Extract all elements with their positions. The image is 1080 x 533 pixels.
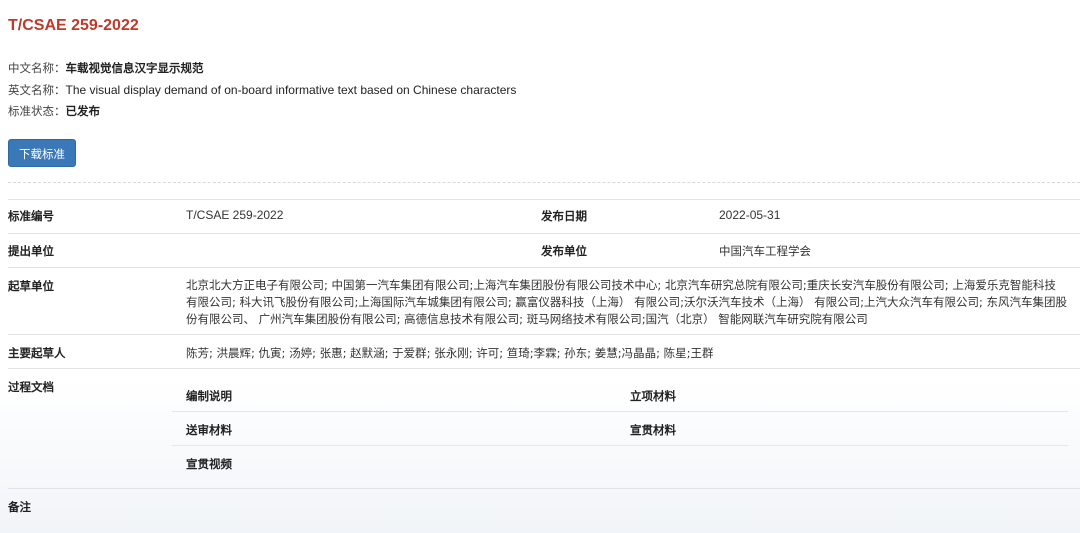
remarks-label: 备注 bbox=[8, 500, 31, 514]
status-row: 标准状态：已发布 bbox=[8, 104, 100, 118]
status-value: 已发布 bbox=[65, 104, 101, 118]
standard-number-value: T/CSAE 259-2022 bbox=[186, 208, 284, 222]
table-top-border bbox=[8, 199, 1080, 200]
section-divider bbox=[8, 182, 1080, 183]
chinese-name-row: 中文名称：车载视觉信息汉字显示规范 bbox=[8, 61, 204, 75]
page-background-gradient bbox=[0, 380, 1080, 533]
process-documents-label: 过程文档 bbox=[8, 380, 54, 394]
status-label: 标准状态： bbox=[8, 104, 66, 118]
row-divider bbox=[8, 233, 1080, 234]
row-divider bbox=[8, 334, 1080, 335]
drafting-units-line: 有限公司; 科大讯飞股份有限公司;上海国际汽车城集团有限公司; 赢富仪器科技（上… bbox=[186, 295, 1068, 309]
standard-number-label: 标准编号 bbox=[8, 209, 54, 223]
row-divider bbox=[8, 368, 1080, 369]
proposer-label: 提出单位 bbox=[8, 244, 54, 258]
chinese-name-label: 中文名称： bbox=[8, 61, 66, 75]
drafting-units-line: 份有限公司、 广州汽车集团股份有限公司; 高德信息技术有限公司; 斑马网络技术有… bbox=[186, 312, 868, 326]
row-divider bbox=[8, 488, 1080, 489]
drafting-units-label: 起草单位 bbox=[8, 279, 54, 293]
main-drafters-value: 陈芳; 洪晨辉; 仇寅; 汤婷; 张惠; 赵默涵; 于爱群; 张永刚; 许可; … bbox=[186, 346, 714, 360]
publisher-label: 发布单位 bbox=[541, 244, 587, 258]
chinese-name-value: 车载视觉信息汉字显示规范 bbox=[65, 61, 204, 75]
sub-row-divider bbox=[172, 411, 1068, 412]
promotion-video-link[interactable]: 宣贯视频 bbox=[186, 457, 232, 471]
drafting-units-line: 北京北大方正电子有限公司; 中国第一汽车集团有限公司;上海汽车集团股份有限公司技… bbox=[186, 278, 1056, 292]
english-name-value: The visual display demand of on-board in… bbox=[65, 83, 517, 97]
page-title: T/CSAE 259-2022 bbox=[8, 17, 139, 34]
compilation-notes-link[interactable]: 编制说明 bbox=[186, 389, 232, 403]
main-drafters-label: 主要起草人 bbox=[8, 346, 66, 360]
review-materials-link[interactable]: 送审材料 bbox=[186, 423, 232, 437]
project-materials-link[interactable]: 立项材料 bbox=[630, 389, 676, 403]
row-divider bbox=[8, 267, 1080, 268]
english-name-label: 英文名称： bbox=[8, 83, 66, 97]
english-name-row: 英文名称：The visual display demand of on-boa… bbox=[8, 83, 516, 97]
promotion-materials-link[interactable]: 宣贯材料 bbox=[630, 423, 676, 437]
sub-row-divider bbox=[172, 445, 1068, 446]
download-standard-button[interactable]: 下载标准 bbox=[8, 139, 76, 167]
publish-date-value: 2022-05-31 bbox=[719, 208, 781, 222]
publish-date-label: 发布日期 bbox=[541, 209, 587, 223]
publisher-value: 中国汽车工程学会 bbox=[719, 244, 811, 258]
